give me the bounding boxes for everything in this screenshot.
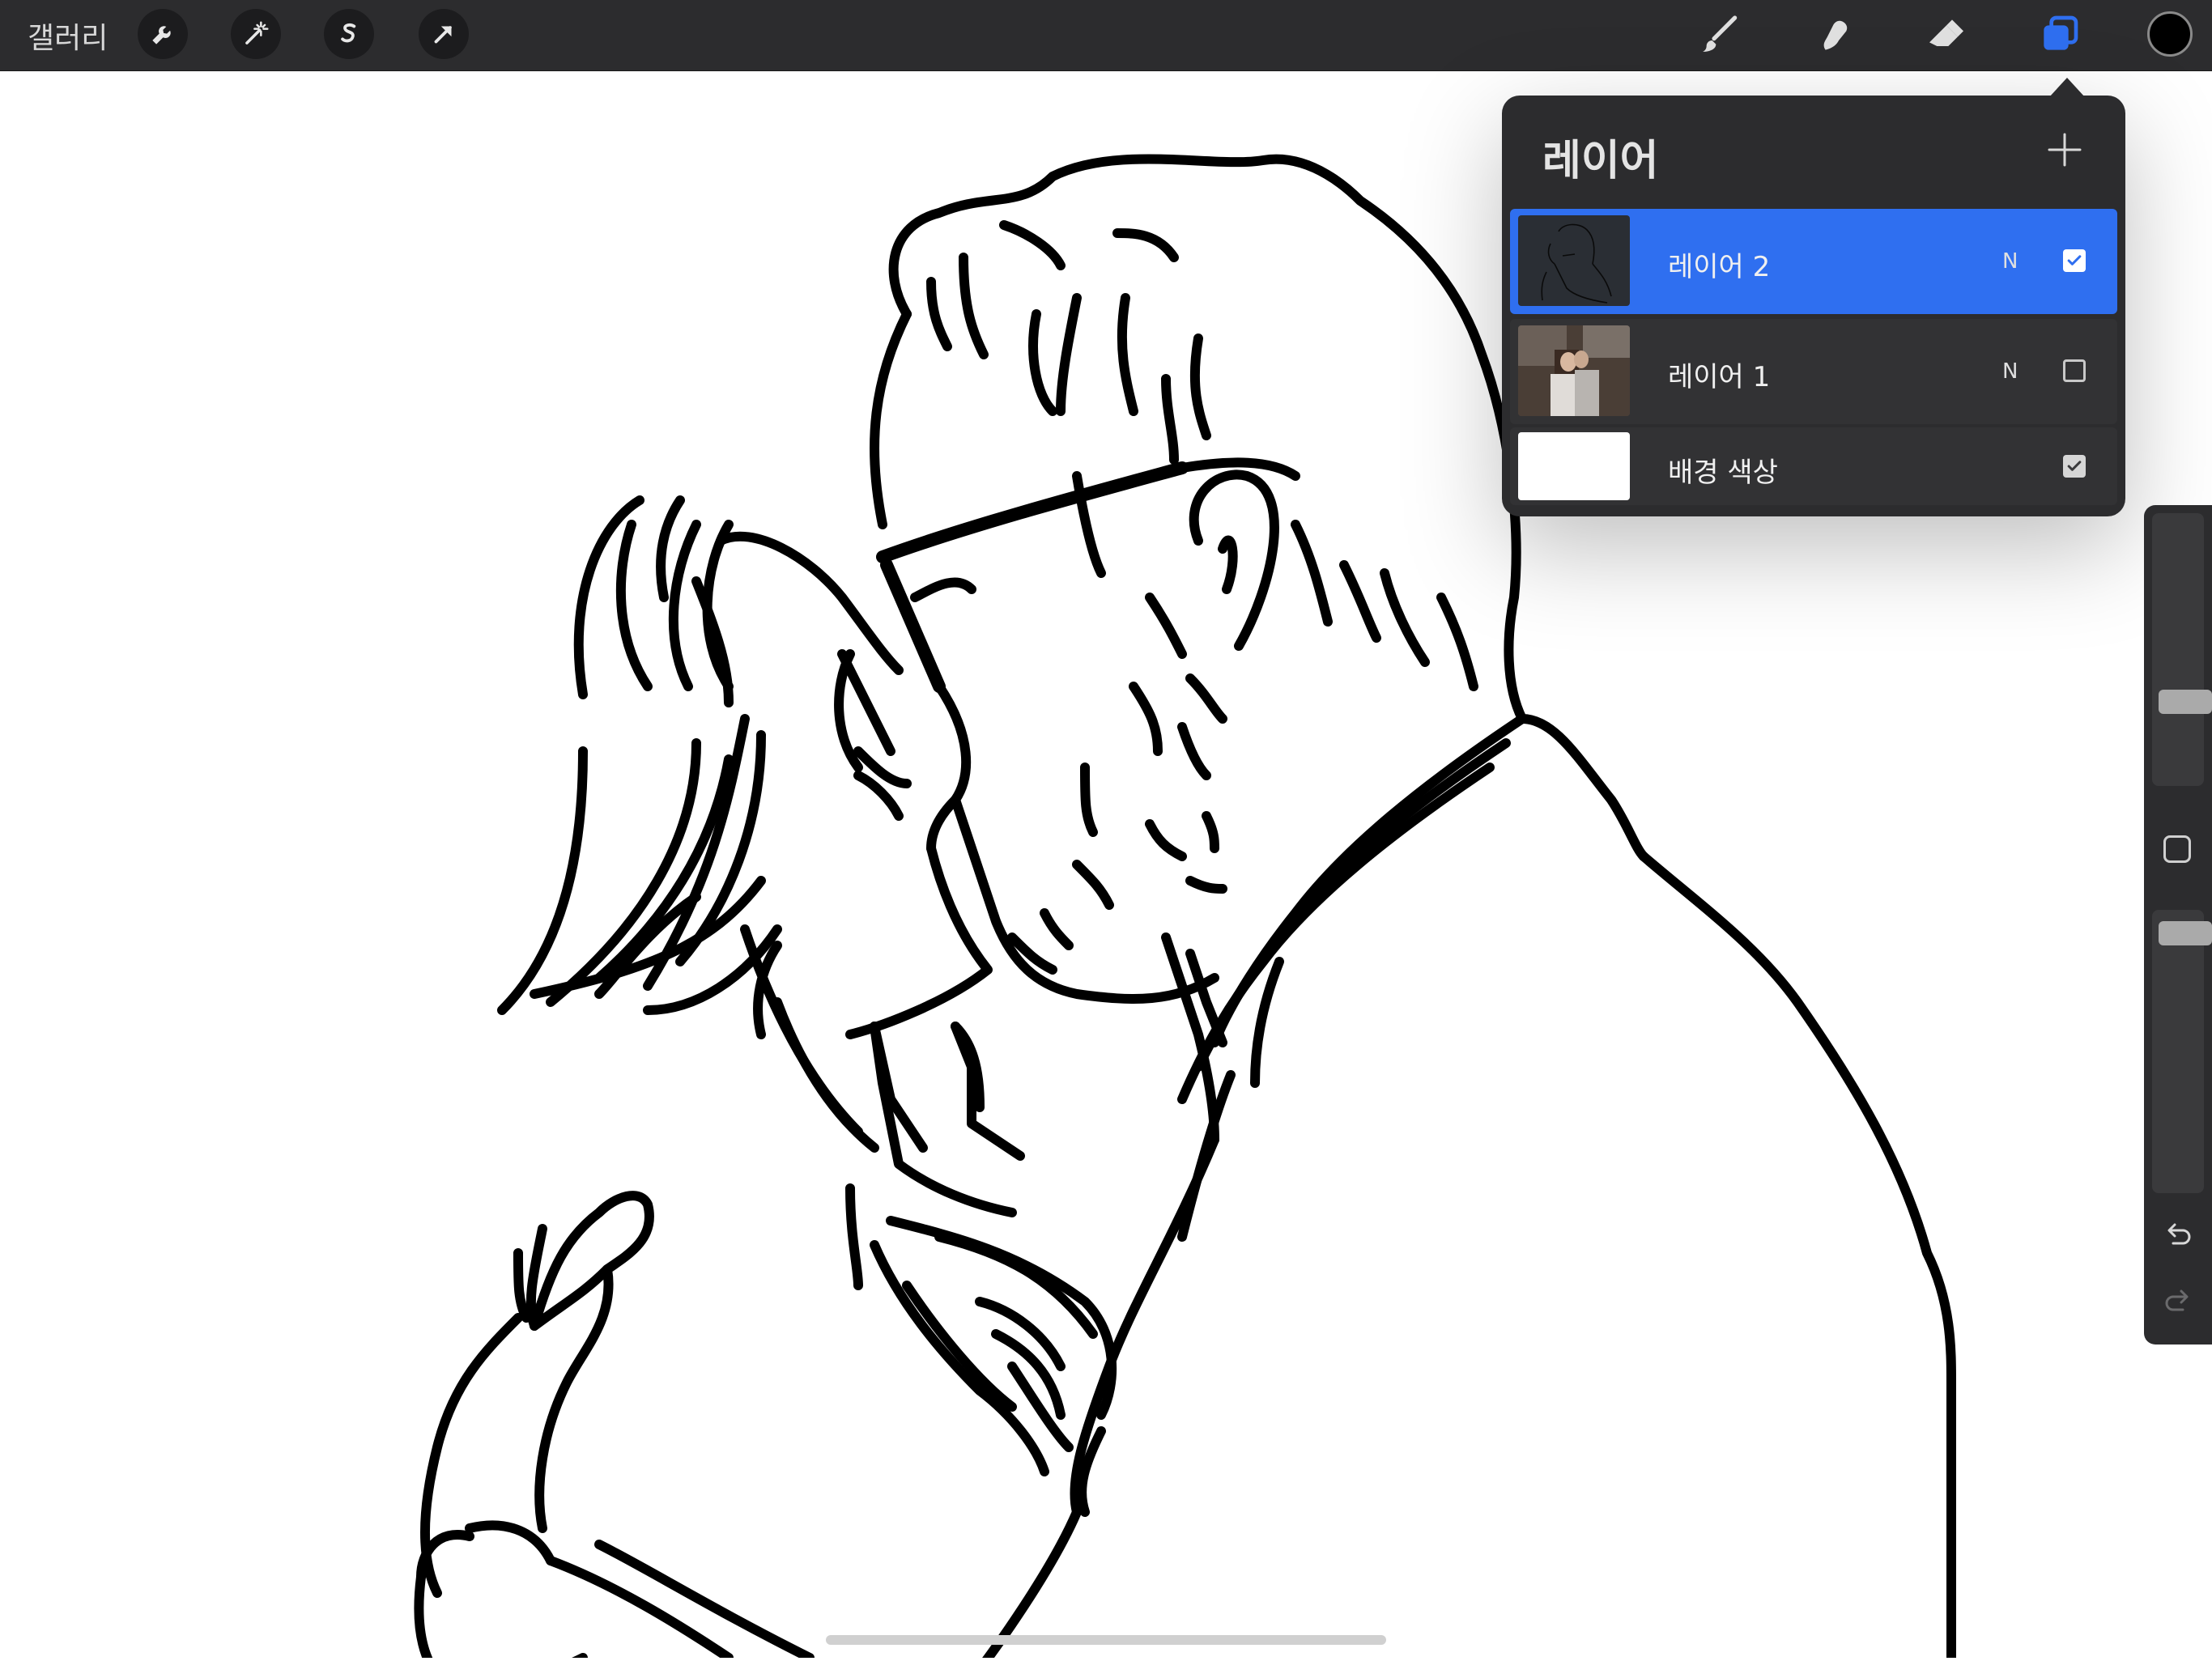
blend-mode-button[interactable]: N bbox=[2002, 249, 2018, 274]
brush-icon[interactable] bbox=[1695, 10, 1745, 60]
plus-icon[interactable] bbox=[2044, 130, 2085, 170]
brush-size-slider[interactable] bbox=[2152, 513, 2212, 786]
top-toolbar: 갤러리 bbox=[0, 0, 2212, 71]
square-modify-icon[interactable] bbox=[2163, 835, 2191, 863]
opacity-slider[interactable] bbox=[2152, 910, 2212, 1193]
blend-mode-button[interactable]: N bbox=[2002, 359, 2018, 384]
layer-name[interactable]: 배경 색상 bbox=[1668, 450, 1778, 490]
checkmark-icon bbox=[2067, 255, 2082, 266]
redo-icon[interactable] bbox=[2160, 1282, 2196, 1318]
side-toolbar bbox=[2144, 505, 2212, 1345]
layer-row-background-color[interactable]: 배경 색상 bbox=[1510, 427, 2117, 505]
layers-panel: 레이어 레이어 2 N 레이어 1 N 배경 색상 bbox=[1502, 96, 2125, 516]
selection-s-icon[interactable] bbox=[324, 9, 374, 59]
transform-arrow-icon[interactable] bbox=[419, 9, 469, 59]
layer-thumbnail bbox=[1518, 215, 1630, 306]
wrench-icon[interactable] bbox=[138, 9, 188, 59]
layer-row-layer-1[interactable]: 레이어 1 N bbox=[1510, 319, 2117, 424]
visibility-checkbox[interactable] bbox=[2063, 455, 2086, 478]
layer-thumbnail bbox=[1518, 432, 1630, 500]
color-picker-button[interactable] bbox=[2147, 11, 2193, 57]
eraser-icon[interactable] bbox=[1921, 10, 1972, 60]
home-indicator[interactable] bbox=[826, 1635, 1386, 1645]
layers-panel-caret bbox=[2049, 78, 2085, 97]
checkmark-icon bbox=[2067, 461, 2082, 471]
layer-name[interactable]: 레이어 1 bbox=[1668, 355, 1770, 394]
layer-name[interactable]: 레이어 2 bbox=[1668, 244, 1770, 284]
magic-wand-icon[interactable] bbox=[231, 9, 281, 59]
layer-row-layer-2[interactable]: 레이어 2 N bbox=[1510, 209, 2117, 314]
smudge-icon[interactable] bbox=[1808, 10, 1858, 60]
brush-size-slider-thumb[interactable] bbox=[2159, 690, 2212, 714]
visibility-checkbox[interactable] bbox=[2063, 249, 2086, 272]
opacity-slider-thumb[interactable] bbox=[2159, 921, 2212, 945]
layers-panel-title: 레이어 bbox=[1542, 137, 1659, 185]
gallery-button[interactable]: 갤러리 bbox=[28, 15, 108, 57]
layer-thumbnail bbox=[1518, 325, 1630, 416]
layers-icon[interactable] bbox=[2034, 10, 2084, 60]
visibility-checkbox[interactable] bbox=[2063, 359, 2086, 382]
undo-icon[interactable] bbox=[2160, 1216, 2196, 1251]
